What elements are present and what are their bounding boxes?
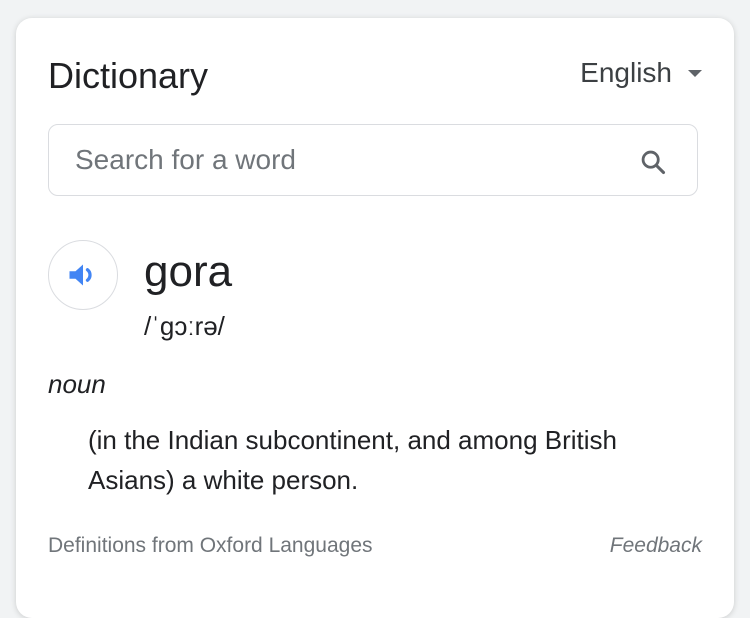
part-of-speech: noun xyxy=(48,369,106,399)
pronunciation-text: /ˈɡɔːrə/ xyxy=(144,311,225,341)
chevron-down-icon xyxy=(688,69,702,77)
search-box xyxy=(48,124,698,196)
pronunciation-audio-button[interactable] xyxy=(48,240,118,310)
language-label: English xyxy=(580,57,672,88)
language-selector[interactable]: English xyxy=(580,56,702,90)
headword: gora xyxy=(144,247,233,296)
definition-source: Definitions from Oxford Languages xyxy=(48,534,373,557)
search-input[interactable] xyxy=(73,143,617,177)
card-title: Dictionary xyxy=(48,55,209,96)
feedback-link[interactable]: Feedback xyxy=(610,532,702,560)
definition-text: (in the Indian subcontinent, and among B… xyxy=(88,425,618,495)
search-icon[interactable] xyxy=(639,148,667,176)
dictionary-card: Dictionary English gora /ˈɡɔːrə/ noun (i… xyxy=(16,18,734,618)
speaker-icon xyxy=(69,264,92,286)
